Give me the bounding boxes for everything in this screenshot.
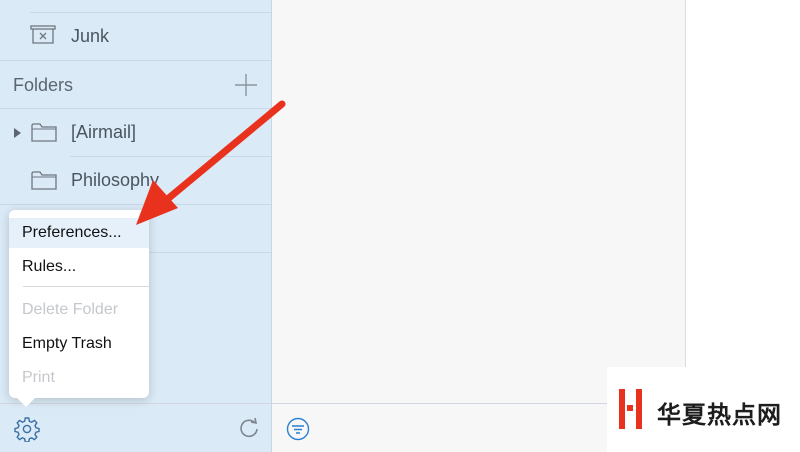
watermark-logo: 华夏热点网 xyxy=(607,367,800,452)
watermark-text: 华夏热点网 xyxy=(657,401,782,429)
menu-item-delete-folder: Delete Folder xyxy=(22,301,119,318)
sidebar-item-philosophy[interactable]: Philosophy xyxy=(0,157,272,204)
gear-icon[interactable] xyxy=(14,416,40,447)
sidebar-item-airmail[interactable]: [Airmail] xyxy=(0,109,272,156)
menu-pointer xyxy=(17,398,35,407)
sidebar-item-label: [Airmail] xyxy=(71,122,137,142)
sidebar-item-label: Junk xyxy=(71,26,110,46)
folders-section-header: Folders xyxy=(0,61,272,108)
menu-item-preferences[interactable]: Preferences... xyxy=(9,218,149,248)
watermark-logo-icon xyxy=(619,389,642,429)
folders-header-label: Folders xyxy=(13,75,74,95)
bottom-toolbar xyxy=(0,403,686,452)
divider xyxy=(150,252,272,253)
settings-menu: Preferences... Rules... Delete Folder Em… xyxy=(9,210,151,398)
menu-item-empty-trash[interactable]: Empty Trash xyxy=(9,329,149,359)
filter-icon[interactable] xyxy=(286,417,310,446)
menu-item-print: Print xyxy=(22,369,55,386)
menu-separator xyxy=(23,286,151,287)
refresh-icon[interactable] xyxy=(238,417,260,444)
folder-icon xyxy=(31,122,57,147)
divider xyxy=(0,204,272,205)
sidebar-item-junk[interactable]: Junk xyxy=(0,13,272,60)
junk-icon xyxy=(30,25,56,50)
divider xyxy=(0,403,686,404)
sidebar-item-label: Philosophy xyxy=(71,170,160,190)
menu-item-rules[interactable]: Rules... xyxy=(9,252,149,282)
folder-icon xyxy=(31,170,57,195)
disclosure-triangle-icon[interactable] xyxy=(13,126,23,144)
add-folder-icon[interactable] xyxy=(234,73,258,102)
